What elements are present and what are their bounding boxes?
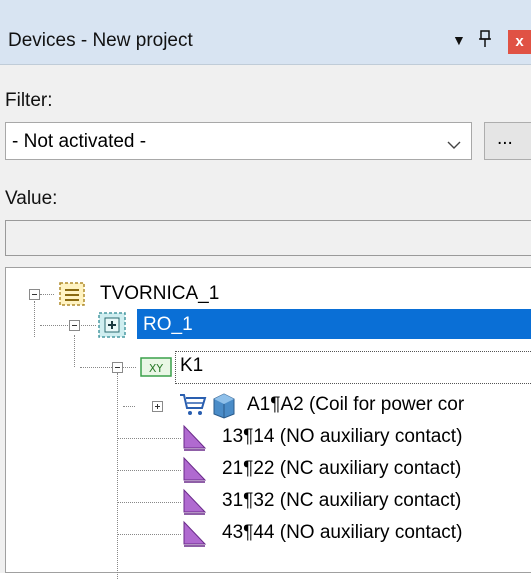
filter-selected-value: - Not activated - [12, 131, 147, 152]
tree-node-label[interactable]: 43¶44 (NO auxiliary contact) [222, 522, 462, 544]
tree-node-label[interactable]: 13¶14 (NO auxiliary contact) [222, 426, 462, 448]
tree-node-2-collapse-toggle[interactable] [112, 362, 123, 373]
xy-device-icon: XY [139, 354, 173, 386]
chevron-down-icon [447, 134, 461, 156]
tree-node-label[interactable]: 21¶22 (NC auxiliary contact) [222, 458, 461, 480]
location-box-icon [58, 280, 86, 314]
tree-node-selected-row[interactable] [137, 309, 531, 339]
panel-title: Devices - New project [8, 30, 193, 51]
filter-dropdown[interactable]: - Not activated - [5, 122, 472, 160]
filter-label: Filter: [5, 90, 53, 111]
panel-menu-icon[interactable]: ▼ [452, 32, 466, 48]
tree-node-label[interactable]: RO_1 [143, 314, 193, 336]
coil-icon [178, 390, 240, 426]
filter-more-button[interactable]: ... [484, 122, 531, 160]
svg-text:XY: XY [149, 362, 164, 375]
value-field[interactable] [5, 220, 531, 256]
tree-node-label[interactable]: 31¶32 (NC auxiliary contact) [222, 490, 461, 512]
close-button[interactable]: x [508, 30, 531, 54]
cabinet-plus-icon [97, 311, 127, 345]
value-label: Value: [5, 188, 58, 209]
panel-title-bar: Devices - New project ▼ x [0, 0, 531, 65]
tree-node-3-expand-toggle[interactable] [152, 401, 163, 412]
tree-node-1-collapse-toggle[interactable] [69, 320, 80, 331]
tree-node-label[interactable]: K1 [180, 355, 203, 377]
contact-icon [181, 424, 207, 458]
contact-icon [181, 520, 207, 554]
pin-icon[interactable] [478, 30, 492, 53]
tree-node-label[interactable]: A1¶A2 (Coil for power cor [247, 394, 464, 416]
tree-node-0-collapse-toggle[interactable] [29, 289, 40, 300]
tree-node-focus-outline [175, 351, 531, 384]
contact-icon [181, 488, 207, 522]
tree-node-label[interactable]: TVORNICA_1 [100, 283, 219, 305]
contact-icon [181, 456, 207, 490]
